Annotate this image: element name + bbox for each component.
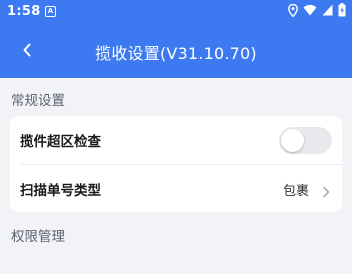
section-header-general: 常规设置 <box>11 93 65 109</box>
signal-icon <box>322 4 333 16</box>
notification-icon: A <box>45 6 56 17</box>
chevron-right-icon <box>322 183 330 202</box>
toggle-knob <box>281 129 304 152</box>
wifi-icon <box>303 4 317 16</box>
overzone-check-toggle[interactable] <box>279 127 332 154</box>
status-bar: 1:58 A <box>0 0 352 24</box>
battery-icon <box>338 3 346 17</box>
scan-type-label: 扫描单号类型 <box>20 183 101 199</box>
location-icon <box>288 3 298 17</box>
overzone-check-label: 揽件超区检查 <box>20 134 101 150</box>
status-icons <box>288 3 346 17</box>
settings-row-overzone-check: 揽件超区检查 <box>10 116 342 164</box>
settings-row-scan-type[interactable]: 扫描单号类型 包裹 <box>10 165 342 212</box>
settings-card-general: 揽件超区检查 扫描单号类型 包裹 <box>10 116 342 212</box>
scan-type-value: 包裹 <box>282 183 309 199</box>
page-title: 揽收设置(V31.10.70) <box>95 44 257 63</box>
app-bar: 揽收设置(V31.10.70) <box>0 24 352 78</box>
status-time: 1:58 <box>7 4 41 19</box>
section-header-permissions: 权限管理 <box>11 229 65 245</box>
